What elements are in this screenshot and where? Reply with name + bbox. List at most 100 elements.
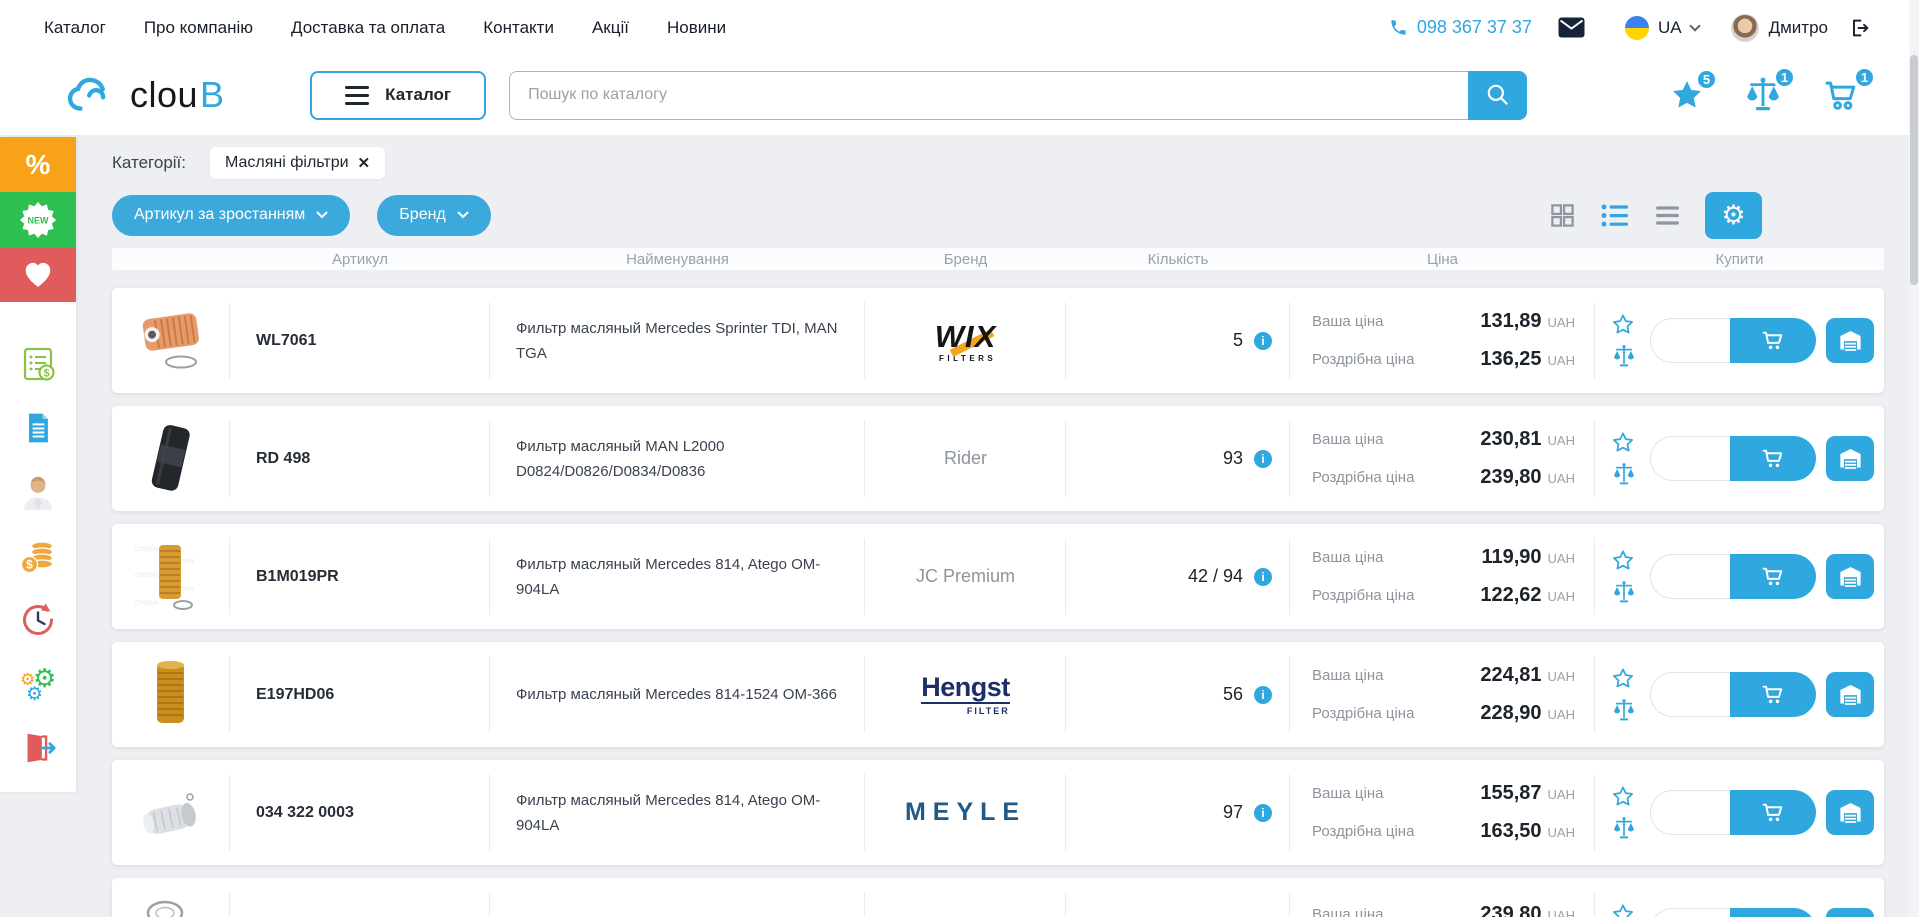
add-to-cart-button[interactable] <box>1730 790 1816 835</box>
quantity-input[interactable] <box>1650 908 1730 917</box>
warehouse-button[interactable] <box>1826 436 1874 481</box>
logo-text: clou <box>130 74 198 116</box>
sidebar-item-documents[interactable] <box>0 396 76 460</box>
product-row: E197HD06 Фильтр масляный Mercedes 814-15… <box>112 642 1884 747</box>
add-to-cart-button[interactable] <box>1730 672 1816 717</box>
compare-button[interactable]: 1 <box>1743 76 1783 114</box>
phone-link[interactable]: 098 367 37 37 <box>1389 17 1532 38</box>
nav-item-contacts[interactable]: Контакти <box>483 18 554 38</box>
email-button[interactable] <box>1558 17 1585 38</box>
quantity-input[interactable] <box>1650 672 1730 717</box>
user-menu[interactable]: Дмитро <box>1731 14 1828 42</box>
sidebar-item-favorites[interactable] <box>0 247 76 302</box>
product-image[interactable] <box>112 642 230 747</box>
nav-item-promotions[interactable]: Акції <box>592 18 629 38</box>
nav-item-delivery[interactable]: Доставка та оплата <box>291 18 445 38</box>
your-price-label: Ваша ціна <box>1312 785 1480 802</box>
product-image[interactable]: CROWNCROWNCROWNCROWNCROWN <box>112 524 230 629</box>
warehouse-button[interactable] <box>1826 672 1874 717</box>
language-selector[interactable]: UA <box>1625 16 1699 40</box>
header-icons: 5 1 1 <box>1669 76 1863 114</box>
nav-item-about[interactable]: Про компанію <box>144 18 253 38</box>
compare-toggle[interactable] <box>1611 816 1637 841</box>
view-list-button[interactable] <box>1599 202 1630 229</box>
percent-icon: % <box>26 149 51 181</box>
brand-logo: Rider <box>944 448 987 469</box>
quantity-input[interactable] <box>1650 554 1730 599</box>
warehouse-button[interactable] <box>1826 908 1874 917</box>
phone-icon <box>1389 18 1408 37</box>
warehouse-button[interactable] <box>1826 790 1874 835</box>
currency-label: UAH <box>1548 315 1575 330</box>
favorites-button[interactable]: 5 <box>1669 78 1705 112</box>
your-price-label: Ваша ціна <box>1312 313 1480 330</box>
quantity-input[interactable] <box>1650 790 1730 835</box>
scrollbar-thumb[interactable] <box>1910 55 1918 285</box>
quantity-cart-group <box>1650 318 1816 363</box>
category-chip[interactable]: Масляні фільтри ✕ <box>210 147 385 179</box>
stock-info-icon[interactable] <box>1254 450 1272 468</box>
add-to-cart-button[interactable] <box>1730 554 1816 599</box>
chip-close-icon[interactable]: ✕ <box>358 154 371 172</box>
stock-info-icon[interactable] <box>1254 332 1272 350</box>
logout-button[interactable] <box>1848 17 1871 39</box>
article-text[interactable]: WL7061 <box>256 332 316 350</box>
topbar-right: 098 367 37 37 UA Дмитро <box>1389 14 1871 42</box>
warehouse-icon <box>1837 681 1864 708</box>
product-image[interactable] <box>112 288 230 393</box>
favorite-toggle[interactable] <box>1611 549 1637 572</box>
sidebar-item-new-arrivals[interactable]: NEW <box>0 192 76 247</box>
sidebar-item-price-list[interactable]: $ <box>0 332 76 396</box>
article-text[interactable]: B1M019PR <box>256 568 339 586</box>
search-input[interactable] <box>509 71 1468 120</box>
sidebar-item-settings[interactable]: ⚙⚙⚙ <box>0 652 76 716</box>
sidebar-item-history[interactable] <box>0 588 76 652</box>
product-image[interactable] <box>112 760 230 865</box>
favorite-toggle[interactable] <box>1611 431 1637 454</box>
quantity-input[interactable] <box>1650 436 1730 481</box>
view-compact-button[interactable] <box>1653 203 1682 228</box>
your-price-value: 131,89UAH <box>1480 310 1575 333</box>
stock-info-icon[interactable] <box>1254 686 1272 704</box>
currency-label: UAH <box>1548 589 1575 604</box>
add-to-cart-button[interactable] <box>1730 908 1816 917</box>
svg-text:CROWN: CROWN <box>135 547 159 553</box>
favorite-toggle[interactable] <box>1611 313 1637 336</box>
article-text[interactable]: 034 322 0003 <box>256 804 354 822</box>
sidebar-item-profile[interactable] <box>0 460 76 524</box>
nav-item-catalog[interactable]: Каталог <box>44 18 106 38</box>
catalog-button[interactable]: Каталог <box>310 71 486 120</box>
article-text[interactable]: E197HD06 <box>256 686 334 704</box>
cart-button[interactable]: 1 <box>1821 76 1863 114</box>
favorite-toggle[interactable] <box>1611 785 1637 808</box>
settings-button[interactable]: ⚙ <box>1705 192 1762 239</box>
warehouse-button[interactable] <box>1826 554 1874 599</box>
logo[interactable]: clouB <box>66 74 224 116</box>
article-text[interactable]: RD 498 <box>256 450 310 468</box>
compare-toggle[interactable] <box>1611 462 1637 487</box>
cart-icon <box>1760 682 1787 707</box>
quantity-input[interactable] <box>1650 318 1730 363</box>
stock-info-icon[interactable] <box>1254 568 1272 586</box>
stock-info-icon[interactable] <box>1254 804 1272 822</box>
add-to-cart-button[interactable] <box>1730 318 1816 363</box>
favorite-toggle[interactable] <box>1611 667 1637 690</box>
product-image[interactable] <box>112 406 230 511</box>
compare-toggle[interactable] <box>1611 580 1637 605</box>
compare-toggle[interactable] <box>1611 344 1637 369</box>
sidebar-item-balance[interactable]: $ <box>0 524 76 588</box>
sidebar-item-exit[interactable] <box>0 716 76 780</box>
brand-logo: MEYLE <box>905 798 1026 827</box>
add-to-cart-button[interactable] <box>1730 436 1816 481</box>
sidebar-item-promotions[interactable]: % <box>0 137 76 192</box>
product-image[interactable] <box>112 878 230 917</box>
retail-price-value: 122,62UAH <box>1480 584 1575 607</box>
sort-dropdown[interactable]: Артикул за зростанням <box>112 195 350 236</box>
view-grid-button[interactable] <box>1549 202 1576 229</box>
search-button[interactable] <box>1468 71 1527 120</box>
warehouse-button[interactable] <box>1826 318 1874 363</box>
compare-toggle[interactable] <box>1611 698 1637 723</box>
favorite-toggle[interactable] <box>1611 903 1637 917</box>
brand-filter-dropdown[interactable]: Бренд <box>377 195 490 236</box>
nav-item-news[interactable]: Новини <box>667 18 726 38</box>
